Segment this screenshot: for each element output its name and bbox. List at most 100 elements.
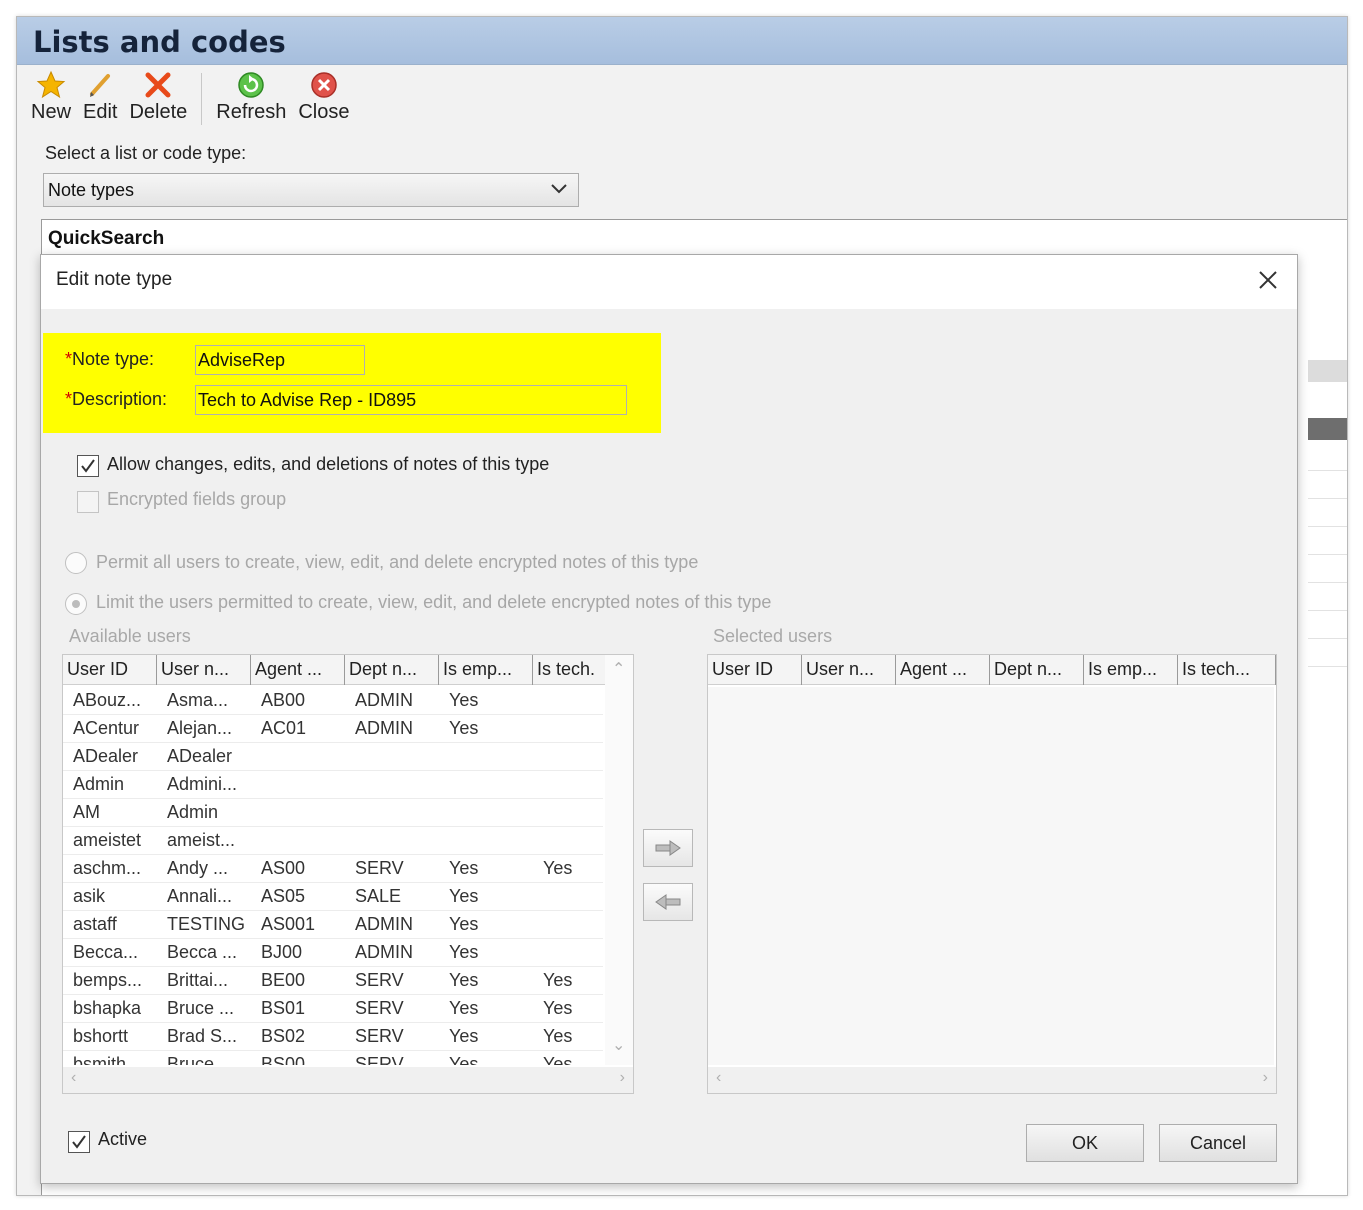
column-header-agent[interactable]: Agent ... xyxy=(896,655,990,685)
selected-users-grid[interactable]: User ID User n... Agent ... Dept n... Is… xyxy=(707,654,1277,1094)
table-cell: Yes xyxy=(449,942,479,962)
table-row[interactable]: bshortt Brad S... BS02 SERV Yes Yes xyxy=(63,1023,603,1051)
table-row[interactable]: bemps... Brittai... BE00 SERV Yes Yes xyxy=(63,967,603,995)
background-grid-selected-row xyxy=(1308,418,1347,440)
table-row[interactable]: Becca... Becca ... BJ00 ADMIN Yes xyxy=(63,939,603,967)
column-header-is-tech[interactable]: Is tech... xyxy=(1178,655,1276,685)
table-cell: Bruce ... xyxy=(167,998,235,1018)
table-row[interactable]: asik Annali... AS05 SALE Yes xyxy=(63,883,603,911)
scroll-left-icon[interactable]: ‹ xyxy=(71,1069,76,1087)
table-row[interactable]: ABouz... Asma... AB00 ADMIN Yes xyxy=(63,687,603,715)
remove-user-button[interactable] xyxy=(643,883,693,921)
ok-button[interactable]: OK xyxy=(1026,1124,1144,1162)
scroll-right-icon[interactable]: › xyxy=(620,1069,625,1087)
table-row[interactable]: bsmith Bruce ... BS00 SERV Yes Yes xyxy=(63,1051,603,1065)
toolbar: New Edit Delete Refresh Close xyxy=(25,69,355,129)
list-type-select[interactable]: Note types xyxy=(43,173,579,207)
table-cell xyxy=(533,827,603,854)
available-users-vscroll[interactable]: ⌃ ⌄ xyxy=(605,655,633,1065)
dialog-close-button[interactable] xyxy=(1251,263,1285,297)
background-grid-line xyxy=(1308,526,1347,527)
column-header-is-employee[interactable]: Is emp... xyxy=(439,655,533,685)
column-header-user-id[interactable]: User ID xyxy=(708,655,802,685)
table-cell: TESTING xyxy=(167,914,246,934)
table-cell: SERV xyxy=(355,858,404,878)
table-cell: BJ00 xyxy=(261,942,303,962)
background-grid-line xyxy=(1308,470,1347,471)
selected-users-header: User ID User n... Agent ... Dept n... Is… xyxy=(708,655,1276,685)
table-cell xyxy=(251,771,345,798)
column-header-user-id[interactable]: User ID xyxy=(63,655,157,685)
scroll-right-icon[interactable]: › xyxy=(1263,1069,1268,1087)
table-row[interactable]: astaff TESTING AS001 ADMIN Yes xyxy=(63,911,603,939)
table-cell: astaff xyxy=(73,914,117,934)
column-header-agent[interactable]: Agent ... xyxy=(251,655,345,685)
table-row[interactable]: AM Admin xyxy=(63,799,603,827)
refresh-button[interactable]: Refresh xyxy=(210,69,292,129)
add-user-button[interactable] xyxy=(643,829,693,867)
arrow-right-icon xyxy=(655,840,681,856)
scroll-left-icon[interactable]: ‹ xyxy=(716,1069,721,1087)
background-grid-line xyxy=(1308,498,1347,499)
edit-note-type-dialog: Edit note type *Note type: *Description:… xyxy=(40,254,1298,1184)
table-cell: SERV xyxy=(355,1054,404,1065)
column-header-dept-name[interactable]: Dept n... xyxy=(990,655,1084,685)
note-type-label: *Note type: xyxy=(65,349,154,370)
checkmark-icon xyxy=(81,459,95,473)
new-button[interactable]: New xyxy=(25,69,77,129)
table-cell: bemps... xyxy=(73,970,143,990)
quicksearch-label[interactable]: QuickSearch xyxy=(48,228,164,250)
table-row[interactable]: bshapka Bruce ... BS01 SERV Yes Yes xyxy=(63,995,603,1023)
column-header-user-name[interactable]: User n... xyxy=(157,655,251,685)
selected-users-label: Selected users xyxy=(713,626,833,646)
cancel-button[interactable]: Cancel xyxy=(1159,1124,1277,1162)
table-row[interactable]: Admin Admini... xyxy=(63,771,603,799)
edit-button[interactable]: Edit xyxy=(77,69,123,129)
table-cell: ameist... xyxy=(167,830,236,850)
table-cell: aschm... xyxy=(73,858,142,878)
available-users-header: User ID User n... Agent ... Dept n... Is… xyxy=(63,655,607,685)
column-header-is-employee[interactable]: Is emp... xyxy=(1084,655,1178,685)
table-cell: Admin xyxy=(73,774,125,794)
table-row[interactable]: ADealer ADealer xyxy=(63,743,603,771)
table-cell xyxy=(533,715,603,742)
permit-all-radio[interactable] xyxy=(65,552,87,574)
column-header-is-tech[interactable]: Is tech. xyxy=(533,655,607,685)
refresh-label: Refresh xyxy=(216,101,287,123)
close-button[interactable]: Close xyxy=(292,69,355,129)
scroll-down-icon[interactable]: ⌄ xyxy=(612,1035,625,1055)
column-header-dept-name[interactable]: Dept n... xyxy=(345,655,439,685)
scroll-up-icon[interactable]: ⌃ xyxy=(612,659,625,679)
encrypted-group-label: Encrypted fields group xyxy=(107,489,287,509)
table-row[interactable]: ameistet ameist... xyxy=(63,827,603,855)
available-users-body: ABouz... Asma... AB00 ADMIN Yes ACentur Alejan… xyxy=(63,687,603,1065)
table-row[interactable]: aschm... Andy ... AS00 SERV Yes Yes xyxy=(63,855,603,883)
limit-users-label: Limit the users permitted to create, vie… xyxy=(96,592,772,612)
allow-changes-checkbox[interactable] xyxy=(77,455,99,477)
checkmark-icon xyxy=(72,1135,86,1149)
delete-button[interactable]: Delete xyxy=(123,69,193,129)
table-cell: Becca ... xyxy=(167,942,238,962)
table-cell: SERV xyxy=(355,998,404,1018)
allow-changes-label: Allow changes, edits, and deletions of n… xyxy=(107,454,550,474)
table-row[interactable]: ACentur Alejan... AC01 ADMIN Yes xyxy=(63,715,603,743)
table-cell: AB00 xyxy=(261,690,306,710)
selected-users-hscroll[interactable]: ‹ › xyxy=(708,1067,1276,1093)
table-cell: Yes xyxy=(449,886,479,906)
available-users-grid[interactable]: User ID User n... Agent ... Dept n... Is… xyxy=(62,654,634,1094)
limit-users-radio[interactable] xyxy=(65,593,87,615)
table-cell: Brad S... xyxy=(167,1026,238,1046)
table-cell: Admini... xyxy=(167,774,238,794)
active-checkbox[interactable] xyxy=(68,1131,90,1153)
table-cell: Andy ... xyxy=(167,858,229,878)
table-cell: SERV xyxy=(355,1026,404,1046)
available-users-hscroll[interactable]: ‹ › xyxy=(63,1067,633,1093)
refresh-icon xyxy=(236,69,266,101)
table-cell xyxy=(439,743,533,770)
table-cell: Yes xyxy=(449,690,479,710)
column-header-user-name[interactable]: User n... xyxy=(802,655,896,685)
encrypted-group-checkbox[interactable] xyxy=(77,491,99,513)
description-input[interactable] xyxy=(195,385,627,415)
table-cell: Annali... xyxy=(167,886,233,906)
note-type-input[interactable] xyxy=(195,345,365,375)
